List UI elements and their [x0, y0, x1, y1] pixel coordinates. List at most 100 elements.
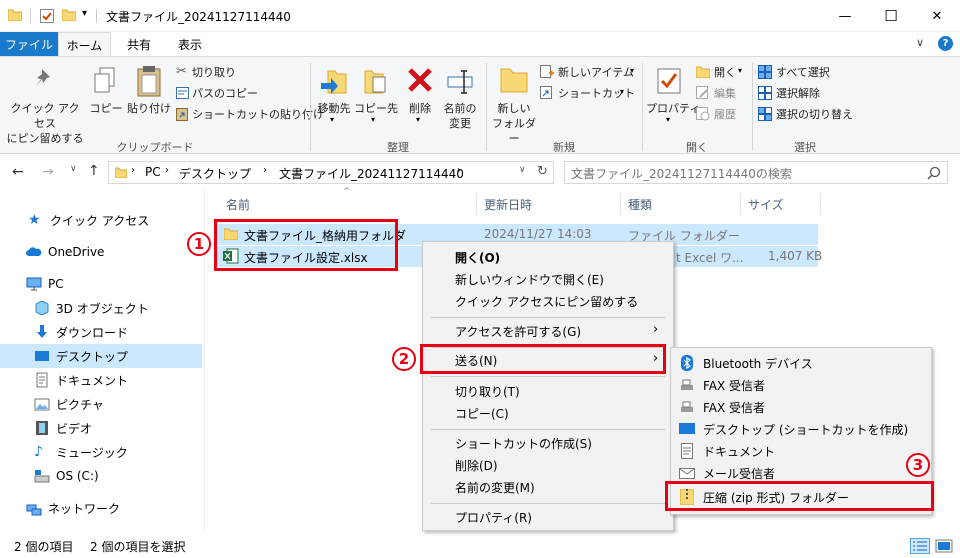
- menu-item-properties[interactable]: プロパティ(R): [423, 506, 673, 528]
- menu-item-label: ドキュメント: [703, 444, 776, 459]
- copy-button[interactable]: コピー: [88, 61, 124, 121]
- paste-shortcut-label: ショートカットの貼り付け: [192, 108, 324, 121]
- address-dropdown-icon[interactable]: ∨: [519, 165, 526, 175]
- rename-button[interactable]: 名前の 変更: [440, 61, 480, 133]
- nav-onedrive[interactable]: OneDrive: [0, 240, 202, 264]
- properties-check-icon[interactable]: [40, 9, 54, 23]
- new-item-icon: [540, 65, 554, 78]
- nav-desktop[interactable]: デスクトップ: [0, 344, 202, 368]
- move-to-button[interactable]: 移動先 ▾: [314, 61, 354, 133]
- edit-icon: [696, 86, 708, 99]
- search-input[interactable]: 文書ファイル_20241127114440の検索: [571, 165, 792, 182]
- open-button[interactable]: 開く ▾: [696, 64, 752, 82]
- send-to-desktop-shortcut[interactable]: デスクトップ (ショートカットを作成): [671, 418, 931, 440]
- up-arrow-icon[interactable]: ↑: [88, 163, 100, 179]
- cloud-icon: [26, 247, 42, 256]
- close-button[interactable]: ✕: [914, 0, 960, 32]
- selected-count: 2 個の項目を選択: [90, 540, 186, 554]
- new-item-button[interactable]: 新しいアイテム ▾: [540, 64, 640, 82]
- delete-button[interactable]: 削除 ▾: [402, 61, 438, 133]
- properties-icon: [657, 68, 681, 94]
- column-header-size[interactable]: サイズ: [748, 196, 784, 213]
- search-box[interactable]: 文書ファイル_20241127114440の検索: [564, 161, 948, 184]
- cut-button[interactable]: ✂ 切り取り: [176, 64, 296, 82]
- nav-pictures[interactable]: ピクチャ: [0, 392, 202, 416]
- maximize-button[interactable]: ☐: [868, 0, 914, 32]
- column-header-name[interactable]: 名前: [226, 196, 250, 213]
- select-all-button[interactable]: すべて選択: [758, 64, 858, 82]
- shortcut-button[interactable]: ショートカット ▾: [540, 85, 640, 103]
- send-to-fax-1[interactable]: FAX 受信者: [671, 374, 931, 396]
- file-type: t Excel ワ...: [676, 251, 744, 265]
- copy-label: コピー: [89, 102, 123, 115]
- search-icon[interactable]: [927, 166, 941, 180]
- tab-file[interactable]: ファイル: [0, 32, 58, 56]
- new-folder-icon[interactable]: [62, 9, 76, 21]
- menu-item-create-shortcut[interactable]: ショートカットの作成(S): [423, 432, 673, 454]
- send-to-documents[interactable]: ドキュメント: [671, 440, 931, 462]
- refresh-icon[interactable]: ↻: [537, 164, 548, 179]
- nav-videos[interactable]: ビデオ: [0, 416, 202, 440]
- nav-network[interactable]: ネットワーク: [0, 496, 202, 520]
- minimize-button[interactable]: —: [822, 0, 868, 32]
- menu-item-open-new-window[interactable]: 新しいウィンドウで開く(E): [423, 268, 673, 290]
- quick-access-dropdown-icon[interactable]: ▾: [82, 8, 87, 19]
- recent-locations-icon[interactable]: ∨: [70, 164, 77, 174]
- chevron-down-icon[interactable]: ∨: [916, 36, 924, 49]
- new-folder-button[interactable]: 新しい フォルダー: [490, 61, 538, 145]
- breadcrumb-pc[interactable]: PC: [145, 165, 161, 179]
- select-none-icon: [758, 86, 772, 100]
- nav-label: ビデオ: [56, 421, 93, 436]
- breadcrumb-folder[interactable]: 文書ファイル_20241127114440: [279, 165, 464, 182]
- nav-os-drive[interactable]: OS (C:): [0, 464, 202, 488]
- highlight-box-selected-files: [214, 219, 398, 271]
- edit-button[interactable]: 編集: [696, 85, 752, 103]
- forward-arrow-icon[interactable]: →: [42, 164, 54, 180]
- annotation-badge-3: 3: [906, 453, 930, 477]
- properties-button[interactable]: プロパティ ▾: [646, 61, 700, 133]
- paste-shortcut-button[interactable]: ショートカットの貼り付け: [176, 106, 324, 124]
- nav-music[interactable]: ♪ ミュージック: [0, 440, 202, 464]
- invert-selection-button[interactable]: 選択の切り替え: [758, 106, 868, 124]
- back-arrow-icon[interactable]: ←: [12, 164, 24, 180]
- tab-share[interactable]: 共有: [116, 32, 162, 56]
- menu-item-delete[interactable]: 削除(D): [423, 454, 673, 476]
- breadcrumb-separator-icon: ›: [263, 165, 267, 176]
- nav-pc[interactable]: PC: [0, 272, 202, 296]
- nav-3d-objects[interactable]: 3D オブジェクト: [0, 296, 202, 320]
- open-folder-icon: [696, 66, 710, 78]
- send-to-bluetooth[interactable]: Bluetooth デバイス: [671, 352, 931, 374]
- column-header-type[interactable]: 種類: [628, 196, 652, 213]
- help-icon[interactable]: ?: [938, 36, 953, 51]
- pin-quick-access-button[interactable]: クイック アクセス にピン留めする: [6, 61, 84, 145]
- invert-selection-label: 選択の切り替え: [776, 108, 853, 121]
- tab-home[interactable]: ホーム: [58, 32, 111, 57]
- select-none-button[interactable]: 選択解除: [758, 85, 858, 103]
- nav-downloads[interactable]: ダウンロード: [0, 320, 202, 344]
- column-header-date[interactable]: 更新日時: [484, 196, 532, 213]
- copy-path-button[interactable]: パスのコピー: [176, 85, 296, 103]
- menu-item-rename[interactable]: 名前の変更(M): [423, 476, 673, 498]
- menu-separator: [431, 317, 665, 318]
- menu-item-pin-quick-access[interactable]: クイック アクセスにピン留めする: [423, 290, 673, 312]
- paste-button[interactable]: 貼り付け: [126, 61, 172, 121]
- copy-to-button[interactable]: コピー先 ▾: [354, 61, 398, 133]
- menu-item-copy[interactable]: コピー(C): [423, 402, 673, 424]
- large-icons-view-icon[interactable]: [934, 538, 954, 554]
- nav-documents[interactable]: ドキュメント: [0, 368, 202, 392]
- address-bar[interactable]: › PC › デスクトップ › 文書ファイル_20241127114440 › …: [108, 161, 554, 184]
- annotation-badge-1: 1: [187, 232, 211, 256]
- menu-item-grant-access[interactable]: アクセスを許可する(G): [423, 320, 673, 342]
- send-to-fax-2[interactable]: FAX 受信者: [671, 396, 931, 418]
- tab-view[interactable]: 表示: [166, 32, 214, 56]
- cut-label: 切り取り: [192, 66, 236, 79]
- nav-label: デスクトップ: [56, 349, 129, 364]
- history-button[interactable]: 履歴: [696, 106, 752, 124]
- details-view-icon[interactable]: [910, 538, 930, 554]
- nav-quick-access[interactable]: ★ クイック アクセス: [0, 208, 202, 232]
- menu-item-open[interactable]: 開く(O): [423, 246, 673, 268]
- select-all-icon: [758, 65, 772, 79]
- menu-item-cut[interactable]: 切り取り(T): [423, 380, 673, 402]
- breadcrumb-desktop[interactable]: デスクトップ: [179, 165, 251, 182]
- chevron-down-icon: ▾: [416, 115, 421, 124]
